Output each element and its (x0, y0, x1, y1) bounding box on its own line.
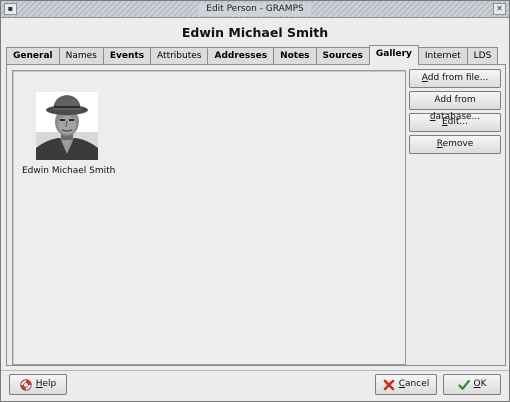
tab-gallery[interactable]: Gallery (368, 45, 419, 65)
portrait-image (36, 92, 98, 160)
tab-internet[interactable]: Internet (417, 47, 468, 65)
edit-button[interactable]: Edit... (409, 113, 501, 132)
tab-notes[interactable]: Notes (273, 47, 317, 65)
person-photo[interactable] (36, 92, 98, 160)
remove-label: emove (442, 139, 474, 149)
gallery-item[interactable]: Edwin Michael Smith (22, 92, 116, 176)
lifebuoy-icon (20, 378, 32, 391)
add-from-database-label-pre: Add from (434, 95, 476, 105)
tab-lds[interactable]: LDS (466, 47, 499, 65)
close-icon[interactable]: ✕ (493, 3, 506, 15)
help-button[interactable]: Help (9, 374, 67, 395)
edit-label: dit... (447, 117, 468, 127)
tab-attributes[interactable]: Attributes (150, 47, 209, 65)
add-from-file-button[interactable]: Add from file... (409, 69, 501, 88)
cancel-label: Cancel (398, 379, 430, 389)
tab-sources[interactable]: Sources (315, 47, 370, 65)
cancel-button[interactable]: Cancel (375, 374, 437, 395)
red-x-icon (383, 379, 395, 390)
add-from-database-button[interactable]: Add from database... (409, 91, 501, 122)
person-heading: Edwin Michael Smith (181, 25, 329, 40)
tab-bar: General Names Events Attributes Addresses Not… (6, 45, 499, 65)
gallery-buttons: Add from file... Add from database... Ed… (409, 69, 502, 157)
gallery-panel: Edwin Michael Smith Add from file... Add… (6, 64, 506, 366)
window-title: Edit Person - GRAMPS (198, 3, 312, 16)
ok-button[interactable]: OK (443, 374, 501, 395)
ok-label: OK (473, 379, 487, 389)
title-bar[interactable]: ▪ Edit Person - GRAMPS ✕ (1, 1, 509, 18)
tab-events[interactable]: Events (102, 47, 152, 65)
window-menu-icon[interactable]: ▪ (4, 3, 17, 15)
tab-addresses[interactable]: Addresses (207, 47, 275, 65)
remove-button[interactable]: Remove (409, 135, 501, 154)
tab-names[interactable]: Names (58, 47, 104, 65)
edit-person-window: ▪ Edit Person - GRAMPS ✕ Edwin Michael S… (0, 0, 510, 402)
tab-general[interactable]: General (6, 47, 60, 65)
footer-separator (1, 370, 509, 371)
add-from-file-label: dd from file... (427, 73, 489, 83)
help-label: Help (35, 379, 57, 389)
gallery-area[interactable]: Edwin Michael Smith (12, 70, 406, 365)
photo-caption: Edwin Michael Smith (22, 166, 116, 176)
green-check-icon (457, 379, 470, 390)
